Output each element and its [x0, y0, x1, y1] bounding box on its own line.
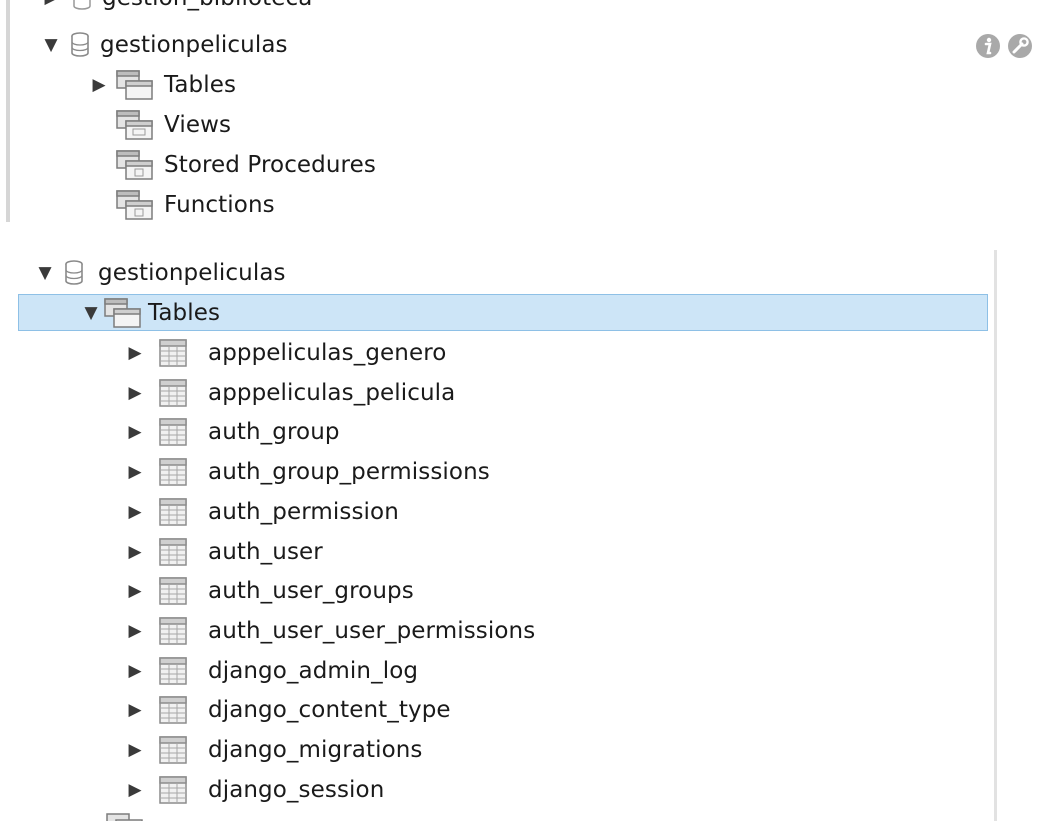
- table-row[interactable]: ▶ auth_permission: [124, 492, 399, 532]
- expand-arrow-icon[interactable]: ▶: [124, 342, 146, 364]
- expand-arrow-icon[interactable]: ▶: [124, 461, 146, 483]
- table-icon: [159, 498, 187, 526]
- tree-item-label: Tables: [164, 72, 237, 98]
- tree-item-tables[interactable]: ▶ Tables: [88, 65, 236, 105]
- tree-item-functions[interactable]: Functions: [110, 185, 275, 222]
- table-row[interactable]: ▶ apppeliculas_pelicula: [124, 373, 455, 413]
- expand-arrow-icon[interactable]: ▶: [124, 699, 146, 721]
- table-name: django_admin_log: [208, 658, 419, 684]
- panel-right-border: [994, 250, 997, 821]
- tables-folder-icon: [116, 70, 153, 100]
- table-icon: [159, 696, 187, 724]
- table-row[interactable]: ▶ django_session: [124, 770, 384, 810]
- expand-arrow-icon[interactable]: ▶: [124, 541, 146, 563]
- schema-tree-panel-top: ▶ gestion_biblioteca ▼ gestionpeliculas …: [0, 0, 1039, 222]
- table-row[interactable]: ▶ django_admin_log: [124, 651, 418, 691]
- schema-row-gestionpeliculas[interactable]: ▼ gestionpeliculas: [34, 253, 286, 293]
- table-icon: [159, 736, 187, 764]
- table-icon: [159, 418, 187, 446]
- tree-item-label: Views: [164, 112, 232, 138]
- expand-arrow-icon[interactable]: ▶: [124, 421, 146, 443]
- table-icon: [159, 339, 187, 367]
- table-name: auth_permission: [208, 499, 399, 525]
- views-folder-icon: [116, 110, 153, 140]
- table-icon: [159, 577, 187, 605]
- table-icon: [159, 617, 187, 645]
- schema-label: gestionpeliculas: [100, 32, 288, 58]
- tree-item-stored-procedures[interactable]: Stored Procedures: [110, 145, 376, 185]
- table-name: auth_user_user_permissions: [208, 618, 536, 644]
- table-name: django_migrations: [208, 737, 423, 763]
- table-name: auth_group: [208, 419, 340, 445]
- tree-item-label: Stored Procedures: [164, 152, 376, 178]
- tree-item-label: Tables: [148, 300, 221, 326]
- table-name: auth_user_groups: [208, 578, 414, 604]
- info-icon[interactable]: [974, 32, 1002, 60]
- table-row[interactable]: ▶ auth_group: [124, 412, 340, 452]
- collapse-arrow-icon[interactable]: ▼: [80, 302, 102, 324]
- table-icon: [159, 657, 187, 685]
- table-row[interactable]: ▶ django_migrations: [124, 730, 423, 770]
- collapse-arrow-icon[interactable]: ▼: [40, 34, 62, 56]
- table-row[interactable]: ▶ auth_user_user_permissions: [124, 611, 535, 651]
- expand-arrow-icon[interactable]: ▶: [124, 382, 146, 404]
- schema-row-gestionpeliculas[interactable]: ▼ gestionpeliculas: [40, 25, 288, 65]
- procedures-folder-icon: [116, 150, 153, 180]
- expand-arrow-icon[interactable]: ▶: [88, 74, 110, 96]
- folder-icon-cut: [106, 813, 143, 821]
- table-row[interactable]: ▶ auth_user: [124, 532, 323, 572]
- database-icon: [73, 0, 91, 10]
- schema-row-cut[interactable]: ▶ gestion_biblioteca: [40, 0, 312, 18]
- schema-tree-panel-bottom: ▼ gestionpeliculas ▼ Tables ▶ apppelicula…: [0, 250, 1039, 821]
- expand-arrow-icon[interactable]: ▶: [124, 580, 146, 602]
- schema-action-icons: [974, 32, 1036, 60]
- functions-folder-icon: [116, 190, 153, 220]
- table-name: auth_group_permissions: [208, 459, 490, 485]
- table-row[interactable]: ▶ django_content_type: [124, 690, 451, 730]
- tables-folder-icon: [104, 298, 141, 328]
- table-row[interactable]: ▶ auth_group_permissions: [124, 452, 490, 492]
- panel-left-border: [6, 0, 10, 222]
- table-name: django_session: [208, 777, 385, 803]
- collapse-arrow-icon[interactable]: ▼: [34, 262, 56, 284]
- tree-item-tables[interactable]: ▼ Tables: [80, 293, 220, 333]
- expand-arrow-icon[interactable]: ▶: [40, 0, 62, 9]
- table-icon: [159, 776, 187, 804]
- expand-arrow-icon[interactable]: ▶: [124, 739, 146, 761]
- tree-item-label: Functions: [164, 192, 275, 218]
- schema-label: gestionpeliculas: [98, 260, 286, 286]
- table-icon: [159, 458, 187, 486]
- table-name: auth_user: [208, 539, 323, 565]
- tree-item-views[interactable]: Views: [110, 105, 231, 145]
- table-row[interactable]: ▶ apppeliculas_genero: [124, 333, 446, 373]
- expand-arrow-icon[interactable]: ▶: [124, 620, 146, 642]
- table-icon: [159, 538, 187, 566]
- table-name: django_content_type: [208, 697, 451, 723]
- table-name: apppeliculas_genero: [208, 340, 447, 366]
- database-icon: [71, 32, 89, 57]
- table-row[interactable]: ▶ auth_user_groups: [124, 571, 414, 611]
- expand-arrow-icon[interactable]: ▶: [124, 660, 146, 682]
- table-icon: [159, 379, 187, 407]
- table-name: apppeliculas_pelicula: [208, 380, 456, 406]
- database-icon: [65, 260, 83, 285]
- wrench-icon[interactable]: [1004, 32, 1036, 60]
- schema-label-cut: gestion_biblioteca: [102, 0, 312, 11]
- expand-arrow-icon[interactable]: ▶: [124, 779, 146, 801]
- expand-arrow-icon[interactable]: ▶: [124, 501, 146, 523]
